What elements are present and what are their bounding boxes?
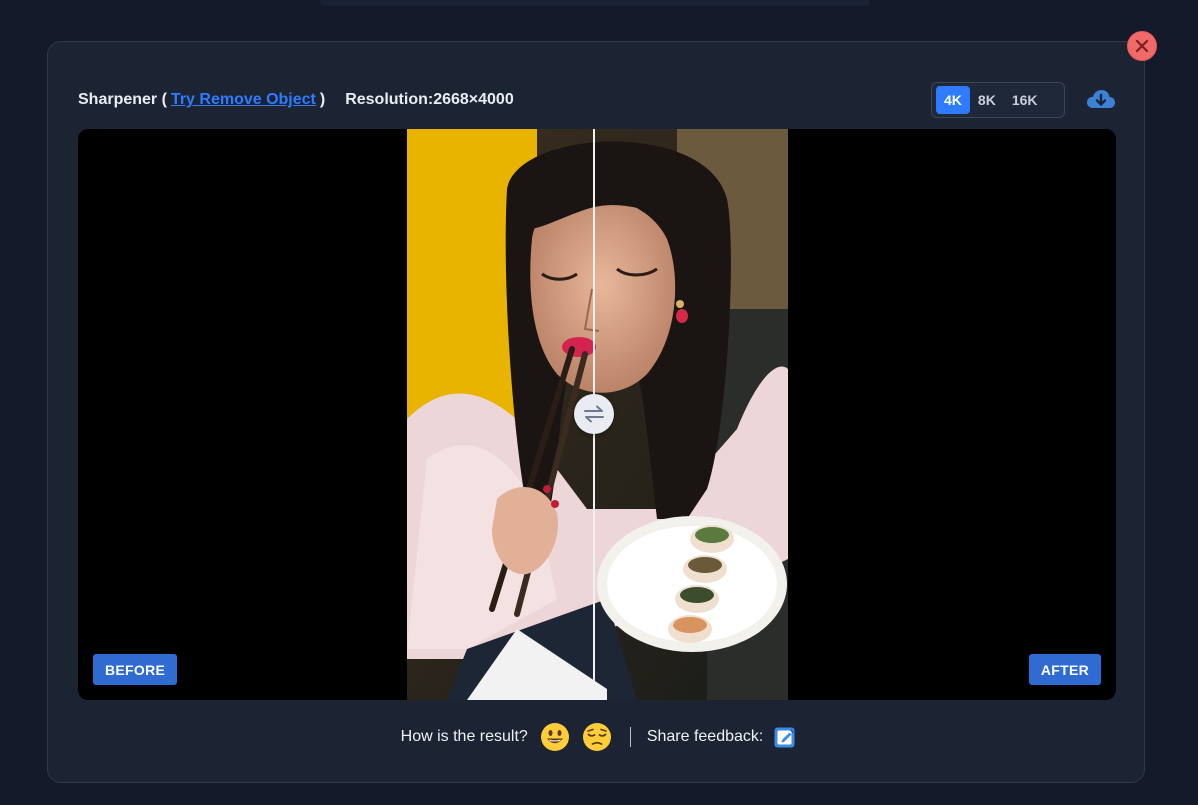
- comparison-viewer[interactable]: BEFORE AFTER: [78, 129, 1116, 700]
- separator: [629, 727, 631, 747]
- edit-note-icon[interactable]: [773, 725, 797, 749]
- cloud-download-icon: [1087, 90, 1115, 108]
- download-button[interactable]: [1085, 86, 1117, 114]
- resolution-8k-button[interactable]: 8K: [970, 86, 1004, 114]
- resolution-text: Resolution:2668×4000: [345, 91, 514, 108]
- comparison-slider-handle[interactable]: [574, 394, 614, 434]
- swap-arrows-icon: [584, 405, 604, 423]
- close-paren: ): [319, 91, 326, 108]
- feedback-bar: How is the result? Share feedback:: [0, 719, 1198, 755]
- top-bar-remnant: [320, 0, 870, 6]
- after-label: AFTER: [1028, 654, 1101, 685]
- resolution-16k-button[interactable]: 16K: [1004, 86, 1046, 114]
- pensive-face-icon[interactable]: [582, 722, 612, 752]
- tool-name: Sharpener (: [78, 91, 167, 108]
- grinning-face-icon[interactable]: [540, 722, 570, 752]
- feedback-question: How is the result?: [400, 728, 528, 745]
- resolution-4k-button[interactable]: 4K: [936, 86, 970, 114]
- resolution-selector: 4K 8K 16K: [931, 82, 1065, 118]
- try-remove-object-link[interactable]: Try Remove Object: [171, 91, 316, 109]
- close-button[interactable]: [1127, 31, 1157, 61]
- modal-header: Sharpener ( Try Remove Object ) Resoluti…: [78, 88, 514, 112]
- close-icon: [1135, 39, 1149, 53]
- before-label: BEFORE: [93, 654, 178, 685]
- share-feedback-label: Share feedback:: [646, 728, 764, 745]
